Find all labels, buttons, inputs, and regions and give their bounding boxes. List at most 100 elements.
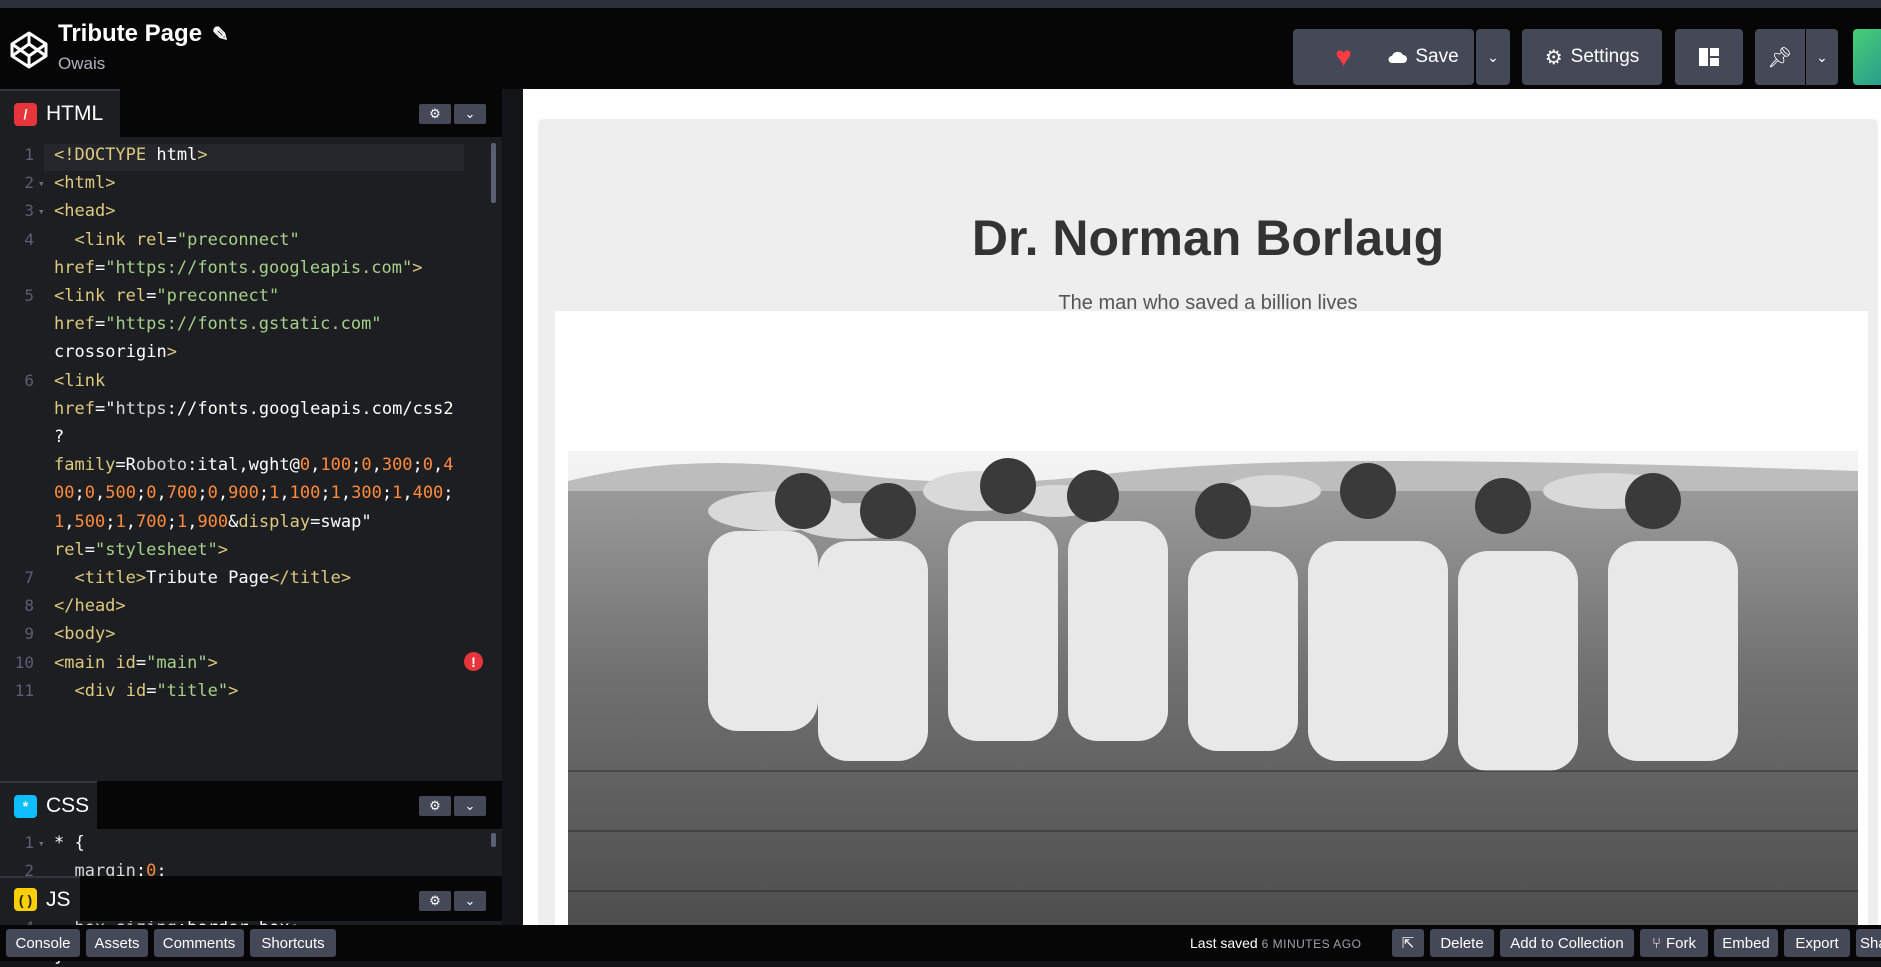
html-settings-button[interactable]: ⚙ bbox=[419, 104, 451, 124]
js-settings-button[interactable]: ⚙ bbox=[419, 891, 451, 911]
code-line: href="https://fonts.googleapis.com"> bbox=[54, 257, 423, 278]
assets-button[interactable]: Assets bbox=[86, 929, 148, 957]
html-code-area[interactable]: 1 <!DOCTYPE html> 2 ▾ <html> 3 ▾ <head> 4 <link … bbox=[0, 137, 502, 781]
line-number: 8 bbox=[24, 596, 34, 616]
code-line: <link rel="preconnect" bbox=[54, 286, 280, 306]
html-badge-icon: / bbox=[14, 102, 37, 126]
add-to-collection-button[interactable]: Add to Collection bbox=[1500, 929, 1634, 957]
line-number: 10 bbox=[14, 652, 34, 672]
comments-button[interactable]: Comments bbox=[154, 929, 244, 957]
code-line: </head> bbox=[54, 596, 126, 617]
fold-arrow-icon[interactable]: ▾ bbox=[38, 205, 45, 218]
css-tab-label: CSS bbox=[46, 794, 90, 817]
fold-arrow-icon[interactable]: ▾ bbox=[38, 177, 45, 190]
code-line: crossorigin> bbox=[54, 342, 177, 363]
code-line: 1,500;1,700;1,900&display=swap" bbox=[54, 511, 372, 532]
js-collapse-button[interactable]: ⌄ bbox=[454, 891, 486, 911]
export-button[interactable]: Export bbox=[1784, 929, 1850, 957]
css-settings-button[interactable]: ⚙ bbox=[419, 796, 451, 816]
avatar[interactable] bbox=[1853, 29, 1881, 85]
code-line: href="https://fonts.gstatic.com" bbox=[54, 314, 382, 335]
open-external-button[interactable]: ⇱ bbox=[1392, 929, 1424, 957]
panel-resizer[interactable] bbox=[502, 89, 523, 925]
code-line: <link rel="preconnect" bbox=[74, 229, 300, 250]
layout-button[interactable] bbox=[1675, 29, 1743, 85]
cloud-icon bbox=[1388, 51, 1408, 63]
pin-dropdown-button[interactable]: ⌄ bbox=[1806, 29, 1838, 85]
css-scrollbar[interactable] bbox=[491, 833, 496, 847]
line-number: 7 bbox=[24, 568, 34, 587]
settings-label: Settings bbox=[1570, 46, 1640, 67]
external-link-icon: ⇱ bbox=[1401, 935, 1415, 952]
css-collapse-button[interactable]: ⌄ bbox=[454, 796, 486, 816]
pin-icon: 📌︎ bbox=[1767, 46, 1793, 69]
console-button[interactable]: Console bbox=[6, 929, 80, 957]
code-line: rel="stylesheet"> bbox=[54, 539, 229, 560]
code-line: <!DOCTYPE html> bbox=[54, 145, 208, 165]
code-line: ? bbox=[54, 427, 65, 447]
codepen-logo-icon[interactable] bbox=[9, 30, 49, 70]
line-number: 6 bbox=[24, 370, 34, 390]
line-number: 4 bbox=[24, 229, 34, 249]
top-strip bbox=[0, 0, 1881, 8]
line-number: 5 bbox=[24, 286, 34, 305]
bottom-bar: Console Assets Comments Shortcuts Last s… bbox=[0, 925, 1881, 961]
html-scrollbar[interactable] bbox=[491, 143, 496, 203]
fork-button[interactable]: ⑂ Fork bbox=[1640, 929, 1708, 957]
code-line: href="https://fonts.googleapis.com/css2 bbox=[54, 398, 454, 419]
chevron-down-icon: ⌄ bbox=[464, 893, 476, 908]
html-tab-label: HTML bbox=[46, 102, 104, 125]
editors-panel: / HTML ⚙ ⌄ 1 <!DOCTYPE html> 2 ▾ <html> 3 ▾ <he… bbox=[0, 89, 502, 966]
layout-icon bbox=[1699, 48, 1719, 66]
line-number: 3 bbox=[24, 201, 34, 221]
header: Tribute Page ✎ Owais ♥ Save ⌄ ⚙ Settings… bbox=[0, 8, 1881, 89]
last-saved-label: Last saved bbox=[1190, 935, 1258, 951]
code-line: <div id="title"> bbox=[74, 680, 239, 701]
error-icon[interactable]: ! bbox=[464, 652, 483, 671]
last-saved-status: Last saved 6 MINUTES AGO bbox=[1190, 935, 1361, 951]
pen-title[interactable]: Tribute Page bbox=[58, 20, 202, 48]
tab-js[interactable]: ( ) JS bbox=[0, 876, 80, 921]
css-badge-icon: * bbox=[14, 794, 37, 818]
preview-pane: Dr. Norman Borlaug The man who saved a b… bbox=[523, 89, 1881, 925]
pencil-icon[interactable]: ✎ bbox=[212, 22, 229, 47]
html-collapse-button[interactable]: ⌄ bbox=[454, 104, 486, 124]
gear-icon: ⚙ bbox=[1544, 46, 1563, 69]
js-badge-icon: ( ) bbox=[14, 888, 37, 911]
pen-author[interactable]: Owais bbox=[58, 54, 229, 74]
code-line: <main id="main"> bbox=[54, 652, 218, 673]
js-editor-header: ( ) JS ⚙ ⌄ bbox=[0, 876, 502, 921]
code-line: 00;0,500;0,700;0,900;1,100;1,300;1,400; bbox=[54, 483, 454, 504]
code-line: <link bbox=[54, 370, 106, 391]
last-saved-time: 6 MINUTES AGO bbox=[1261, 937, 1362, 951]
save-dropdown-button[interactable]: ⌄ bbox=[1476, 29, 1510, 85]
code-line: family=Roboto:ital,wght@0,100;0,300;0,4 bbox=[54, 455, 454, 476]
settings-button[interactable]: ⚙ Settings bbox=[1522, 29, 1662, 85]
tab-css[interactable]: * CSS bbox=[0, 781, 97, 829]
delete-button[interactable]: Delete bbox=[1430, 929, 1494, 957]
code-line: * { bbox=[54, 833, 85, 853]
save-button[interactable]: Save bbox=[1372, 29, 1474, 85]
line-number: 9 bbox=[24, 624, 34, 644]
fold-arrow-icon[interactable]: ▾ bbox=[38, 837, 45, 850]
code-line: <body> bbox=[54, 624, 116, 645]
heart-icon: ♥ bbox=[1335, 41, 1352, 72]
shortcuts-button[interactable]: Shortcuts bbox=[250, 929, 336, 957]
pin-button[interactable]: 📌︎ bbox=[1755, 29, 1805, 85]
js-tab-label: JS bbox=[46, 887, 71, 911]
code-line: <title>Tribute Page</title> bbox=[74, 568, 352, 588]
line-number: 11 bbox=[14, 680, 34, 700]
image-container bbox=[555, 311, 1868, 925]
gear-icon: ⚙ bbox=[429, 798, 441, 813]
embed-button[interactable]: Embed bbox=[1714, 929, 1778, 957]
tab-html[interactable]: / HTML bbox=[0, 89, 120, 137]
html-editor-header: / HTML ⚙ ⌄ bbox=[0, 89, 502, 137]
line-number: 1 bbox=[24, 833, 34, 852]
code-line: <html> bbox=[54, 173, 116, 194]
share-button[interactable]: Sha bbox=[1856, 929, 1881, 957]
line-number: 1 bbox=[24, 145, 34, 164]
css-editor-header: * CSS ⚙ ⌄ bbox=[0, 781, 502, 829]
save-label: Save bbox=[1415, 46, 1459, 67]
pen-title-area: Tribute Page ✎ Owais bbox=[58, 20, 229, 74]
gear-icon: ⚙ bbox=[429, 893, 441, 908]
